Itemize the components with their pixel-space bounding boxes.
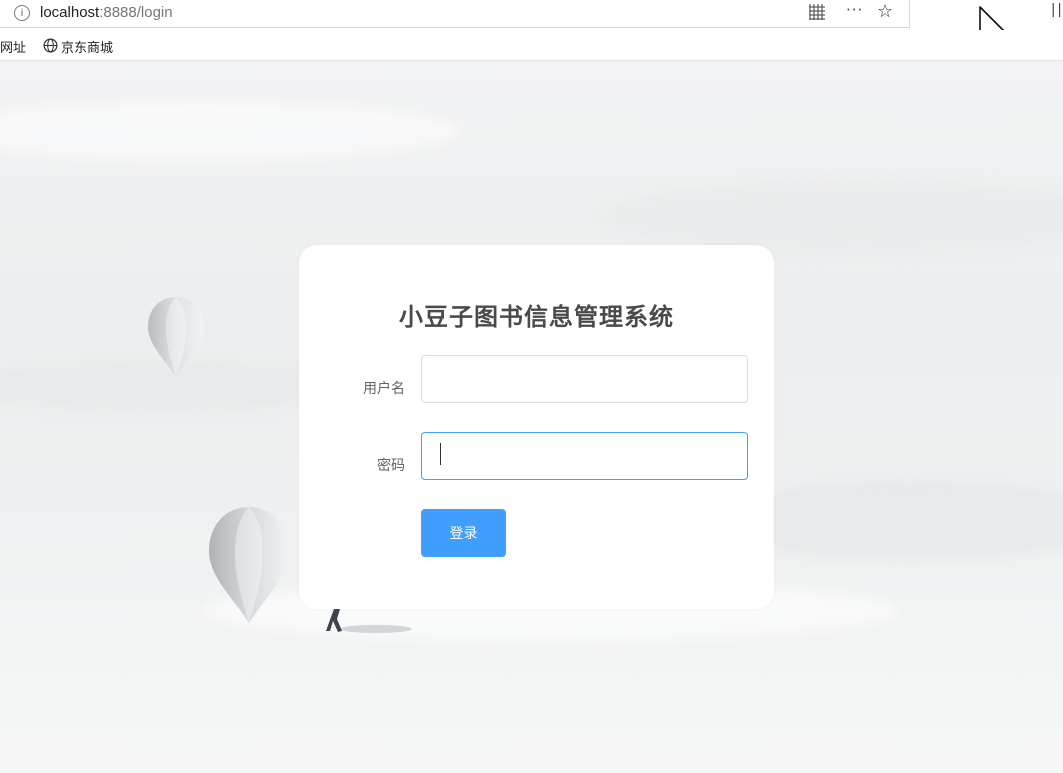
text-caret xyxy=(440,443,441,465)
background-streak xyxy=(600,181,1063,251)
balloon-illustration xyxy=(209,507,289,623)
bookmark-item-jd[interactable]: 京东商城 xyxy=(61,37,113,56)
bookmarks-bar: 网址 京东商城 xyxy=(0,30,1063,61)
password-input[interactable] xyxy=(421,432,748,480)
bookmark-item-wangzhi[interactable]: 网址 xyxy=(0,37,26,56)
library-icon[interactable]: ||| xyxy=(1049,2,1063,18)
url-host: localhost xyxy=(40,4,100,21)
background-streak xyxy=(0,101,460,161)
login-title: 小豆子图书信息管理系统 xyxy=(399,303,674,331)
more-actions-icon[interactable]: ··· xyxy=(846,1,863,19)
globe-icon xyxy=(43,38,58,53)
url-text[interactable]: localhost:8888/login xyxy=(40,4,173,21)
username-label: 用户名 xyxy=(363,381,405,397)
person-illustration xyxy=(326,609,412,633)
login-card: 小豆子图书信息管理系统 用户名 密码 登录 xyxy=(299,245,774,609)
username-input[interactable] xyxy=(421,355,748,403)
info-icon[interactable]: i xyxy=(14,5,30,21)
login-page-background: 小豆子图书信息管理系统 用户名 密码 登录 xyxy=(0,61,1063,773)
login-button[interactable]: 登录 xyxy=(421,509,506,557)
star-icon[interactable]: ☆ xyxy=(877,1,893,22)
url-bar[interactable]: i localhost:8888/login ··· ☆ xyxy=(0,0,910,28)
qr-code-icon[interactable] xyxy=(809,4,825,20)
url-path: :8888/login xyxy=(99,4,173,21)
password-label: 密码 xyxy=(377,458,405,474)
balloon-illustration xyxy=(148,297,204,377)
